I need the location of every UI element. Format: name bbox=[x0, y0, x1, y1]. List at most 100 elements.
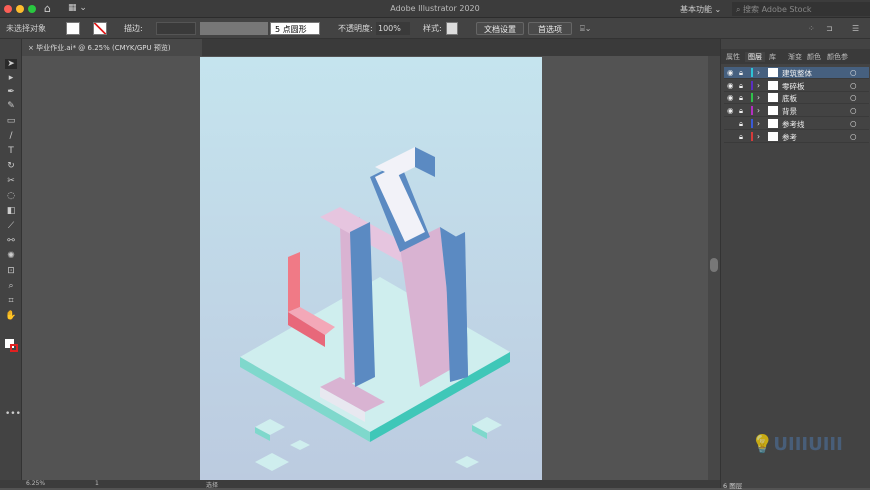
layer-count: 6 图层 bbox=[723, 482, 743, 490]
target-circle-icon[interactable]: ○ bbox=[850, 93, 857, 102]
warp-tool-icon[interactable]: ◌ bbox=[5, 191, 17, 201]
document-tab-bar: × 毕业作业.ai* @ 6.25% (CMYK/GPU 预览) bbox=[22, 39, 720, 56]
target-circle-icon[interactable]: ○ bbox=[850, 132, 857, 141]
lock-icon[interactable]: 🔒︎ bbox=[739, 93, 743, 103]
layer-row[interactable]: 🔒︎ › 参考线 ○ bbox=[724, 118, 869, 130]
expand-chevron-icon[interactable]: › bbox=[757, 119, 760, 128]
document-setup-button[interactable]: 文档设置 bbox=[476, 22, 524, 35]
blend-tool-icon[interactable]: ⚯ bbox=[5, 236, 17, 246]
layer-name[interactable]: 背景 bbox=[782, 106, 797, 117]
tab-gradient[interactable]: 渐变 bbox=[788, 52, 802, 62]
direct-selection-tool-icon[interactable]: ▸ bbox=[5, 73, 17, 83]
tab-color-guide[interactable]: 颜色参 bbox=[827, 52, 848, 62]
lock-icon[interactable]: 🔒︎ bbox=[739, 81, 743, 91]
layer-thumbnail bbox=[768, 131, 778, 141]
layer-row[interactable]: 🔒︎ › 参考 ○ bbox=[724, 131, 869, 143]
style-label: 样式: bbox=[423, 24, 442, 33]
toolbar: ➤ ▸ ✒ ✎ ▭ / T ↻ ✂ ◌ ◧ ⟋ ⚯ ✺ ⊡ ⌕ ⌗ ✋ ••• bbox=[0, 39, 22, 480]
layer-row[interactable]: ◉ 🔒︎ › 背景 ○ bbox=[724, 105, 869, 118]
stroke-swatch[interactable] bbox=[93, 22, 107, 35]
fill-swatch[interactable] bbox=[66, 22, 80, 35]
brush-label: 5 点圆形 bbox=[275, 25, 307, 34]
layer-name[interactable]: 建筑整体 bbox=[782, 68, 812, 79]
preferences-button[interactable]: 首选项 bbox=[528, 22, 572, 35]
layer-row[interactable]: ◉ 🔒︎ › 底板 ○ bbox=[724, 92, 869, 105]
expand-chevron-icon[interactable]: › bbox=[757, 68, 760, 77]
layer-name[interactable]: 参考 bbox=[782, 132, 797, 143]
pen-tool-icon[interactable]: ✒ bbox=[5, 87, 17, 97]
target-circle-icon[interactable]: ○ bbox=[850, 81, 857, 90]
lock-icon[interactable]: 🔒︎ bbox=[739, 68, 743, 78]
eye-icon[interactable]: ◉ bbox=[727, 68, 734, 77]
layer-thumbnail bbox=[768, 118, 778, 128]
opacity-input[interactable]: 100% bbox=[376, 22, 410, 35]
lock-icon[interactable]: 🔒︎ bbox=[739, 132, 743, 142]
rectangle-tool-icon[interactable]: ▭ bbox=[5, 116, 17, 126]
target-circle-icon[interactable]: ○ bbox=[850, 106, 857, 115]
base-platform-top bbox=[240, 277, 510, 432]
layer-row[interactable]: ◉ 🔒︎ › 建筑整体 ○ bbox=[724, 67, 869, 79]
scroll-thumb[interactable] bbox=[710, 258, 718, 272]
panel-tabs: 属性 图层 库 渐变 颜色 颜色参 bbox=[721, 49, 870, 64]
paintbrush-tool-icon[interactable]: / bbox=[5, 131, 17, 141]
expand-chevron-icon[interactable]: › bbox=[757, 132, 760, 141]
vertical-scrollbar[interactable] bbox=[708, 56, 720, 480]
align-icon[interactable]: ⊐ bbox=[826, 22, 833, 35]
expand-chevron-icon[interactable]: › bbox=[757, 106, 760, 115]
eye-icon[interactable]: ◉ bbox=[727, 93, 734, 102]
control-bar: 未选择对象 描边: 5 点圆形 不透明度: 100% 样式: 文档设置 首选项 … bbox=[0, 18, 870, 39]
opacity-label: 不透明度: bbox=[338, 24, 373, 33]
artboard-tool-icon[interactable]: ⊡ bbox=[5, 266, 17, 276]
layer-color-indicator bbox=[751, 106, 753, 116]
tab-libraries[interactable]: 库 bbox=[769, 52, 776, 62]
lock-icon[interactable]: 🔒︎ bbox=[739, 106, 743, 116]
lock-icon[interactable]: 🔒︎ bbox=[739, 119, 743, 129]
document-tab[interactable]: × 毕业作业.ai* @ 6.25% (CMYK/GPU 预览) bbox=[22, 39, 202, 56]
expand-chevron-icon[interactable]: › bbox=[757, 81, 760, 90]
tab-layers[interactable]: 图层 bbox=[745, 52, 765, 62]
tab-properties[interactable]: 属性 bbox=[726, 52, 740, 62]
style-swatch[interactable] bbox=[446, 22, 458, 35]
layer-row[interactable]: ◉ 🔒︎ › 零碎板 ○ bbox=[724, 80, 869, 92]
eyedropper-tool-icon[interactable]: ⟋ bbox=[5, 221, 17, 231]
pink-pillar bbox=[288, 252, 300, 312]
workspace-switcher[interactable]: 基本功能 ⌄ bbox=[680, 4, 721, 15]
variable-width-profile[interactable] bbox=[200, 22, 268, 35]
stroke-weight-input[interactable] bbox=[156, 22, 196, 35]
target-circle-icon[interactable]: ○ bbox=[850, 119, 857, 128]
rotate-tool-icon[interactable]: ↻ bbox=[5, 161, 17, 171]
crop-tool-icon[interactable]: ⌗ bbox=[5, 296, 17, 306]
workspace-label: 基本功能 bbox=[680, 5, 712, 14]
zoom-tool-icon[interactable]: ⌕ bbox=[5, 281, 17, 291]
gradient-tool-icon[interactable]: ◧ bbox=[5, 206, 17, 216]
scissors-tool-icon[interactable]: ✂ bbox=[5, 176, 17, 186]
more-tools-icon[interactable]: ••• bbox=[5, 409, 21, 419]
curvature-tool-icon[interactable]: ✎ bbox=[5, 101, 17, 111]
target-circle-icon[interactable]: ○ bbox=[850, 68, 857, 77]
menu-icon[interactable]: ☰ bbox=[852, 22, 859, 35]
brush-definition-dropdown[interactable]: 5 点圆形 bbox=[270, 22, 320, 35]
stroke-color-icon[interactable] bbox=[10, 344, 18, 352]
title-bar: ⌂ ▦ ⌄ Adobe Illustrator 2020 基本功能 ⌄ ⌕ 搜索… bbox=[0, 0, 870, 18]
layer-name[interactable]: 底板 bbox=[782, 93, 797, 104]
hand-tool-icon[interactable]: ✋ bbox=[5, 311, 17, 321]
grid-icon[interactable]: ⁘ bbox=[808, 22, 815, 35]
layer-name[interactable]: 参考线 bbox=[782, 119, 805, 130]
tab-color[interactable]: 颜色 bbox=[807, 52, 821, 62]
layer-name[interactable]: 零碎板 bbox=[782, 81, 805, 92]
expand-chevron-icon[interactable]: › bbox=[757, 93, 760, 102]
eye-icon[interactable]: ◉ bbox=[727, 106, 734, 115]
type-tool-icon[interactable]: T bbox=[5, 146, 17, 156]
eye-icon[interactable]: ◉ bbox=[727, 81, 734, 90]
status-bar: 6.25% 1 选择 bbox=[0, 480, 720, 489]
stock-search-input[interactable]: ⌕ 搜索 Adobe Stock bbox=[732, 2, 870, 16]
artboard[interactable] bbox=[200, 57, 542, 480]
selection-tool-icon[interactable]: ➤ bbox=[5, 59, 17, 69]
layer-color-indicator bbox=[751, 118, 753, 128]
symbol-sprayer-icon[interactable]: ✺ bbox=[5, 251, 17, 261]
zoom-level[interactable]: 6.25% bbox=[26, 480, 45, 487]
search-placeholder: 搜索 Adobe Stock bbox=[743, 5, 812, 14]
page-number[interactable]: 1 bbox=[95, 480, 99, 487]
close-tab-icon[interactable]: × bbox=[28, 44, 34, 52]
arrange-icon[interactable]: ⌸⌄ bbox=[580, 22, 592, 35]
